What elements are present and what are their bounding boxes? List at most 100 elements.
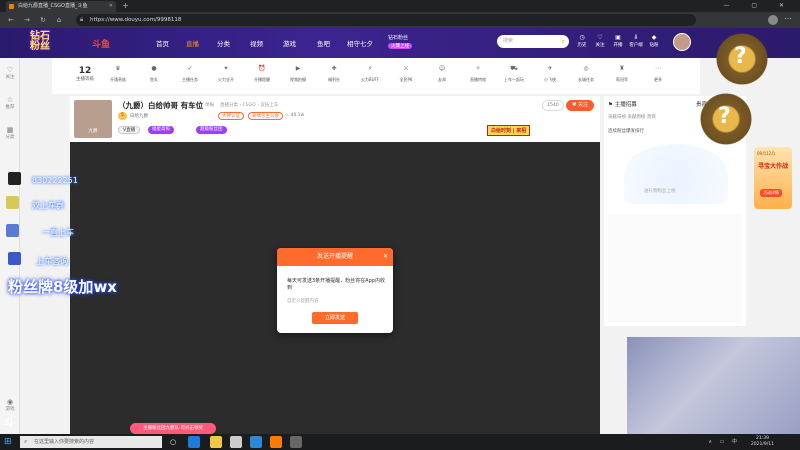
task-view-icon[interactable]: ○ bbox=[170, 436, 182, 448]
toolbar-item[interactable]: ◎ 长城任务 bbox=[574, 64, 598, 83]
taskbar-clock[interactable]: 21:39 2021/9/11 bbox=[751, 436, 774, 448]
nav-games[interactable]: 游戏 bbox=[283, 38, 296, 48]
follow-button[interactable]: ♥ 关注 bbox=[566, 100, 594, 111]
douyu-watermark-icon: 斗 bbox=[4, 416, 15, 429]
address-bar-row: ← → ↻ ⌂ 🔒︎ https://www.douyu.com/9998118… bbox=[0, 12, 800, 28]
fire-icon: ♨︎ bbox=[285, 113, 290, 118]
recruit-banner[interactable]: 白给时刻 | 来招 bbox=[487, 125, 531, 136]
nav-category[interactable]: 分类 bbox=[217, 38, 230, 48]
window-controls[interactable]: — ▢ ✕ bbox=[723, 0, 794, 12]
app-icon[interactable] bbox=[290, 436, 302, 448]
taskbar-search-input[interactable]: ⌕ 在这里输入你要搜索的内容 bbox=[20, 436, 162, 448]
event-title: 寻宝大作战 bbox=[758, 163, 789, 170]
store-icon[interactable] bbox=[230, 436, 242, 448]
client-download-button[interactable]: ⇩ 客户端 bbox=[628, 34, 644, 48]
search-input[interactable]: 搜索 ⌕ bbox=[497, 35, 569, 48]
follow-list-button[interactable]: ♡ 关注 bbox=[592, 34, 608, 48]
nav-yuba[interactable]: 鱼吧 bbox=[317, 38, 330, 48]
history-button[interactable]: ◷ 历史 bbox=[574, 34, 590, 48]
toolbar-label: 鱼丸 bbox=[150, 77, 158, 82]
report-link[interactable]: 举报 bbox=[205, 102, 214, 108]
diamond-fans-button[interactable]: ◆ 钻粉 bbox=[646, 34, 662, 48]
sidebar-item-category[interactable]: ▦ 分类 bbox=[0, 126, 20, 140]
heart-icon: ♡ bbox=[597, 34, 603, 41]
toolbar-item[interactable]: ⚡ 火力BUFF bbox=[358, 64, 382, 83]
toolbar-item[interactable]: ✦ 火力全开 bbox=[214, 64, 238, 83]
flag-icon: ⚑ bbox=[608, 102, 613, 108]
search-icon[interactable]: ⌕ bbox=[562, 35, 565, 48]
promo-title[interactable]: 钻石粉丝 bbox=[388, 34, 408, 41]
browser-menu-icon[interactable]: ⋯ bbox=[784, 14, 792, 23]
sidebar-item-games[interactable]: ◉ 游戏 bbox=[0, 398, 20, 412]
douyu-icon[interactable] bbox=[270, 436, 282, 448]
level-label: 主播等级 bbox=[76, 77, 94, 82]
steam-icon[interactable] bbox=[250, 436, 262, 448]
chat-area[interactable] bbox=[608, 214, 742, 322]
level-value: 12 bbox=[78, 66, 92, 76]
qq-number: 830222251 bbox=[32, 176, 78, 185]
toolbar-item[interactable]: ⋯ 更多 bbox=[646, 64, 670, 83]
toolbar-item[interactable]: ✚ 福利社 bbox=[322, 64, 346, 83]
file-explorer-icon[interactable] bbox=[210, 436, 222, 448]
toolbar-icon: ♛ bbox=[115, 65, 121, 72]
forward-icon[interactable]: → bbox=[22, 15, 32, 25]
fan-notice[interactable]: 主播粉丝团九爵队 可点击领奖 bbox=[130, 423, 216, 434]
tab-recruit[interactable]: ⚑ 主播招募 bbox=[608, 100, 637, 108]
send-now-button[interactable]: 立即发送 bbox=[312, 312, 358, 324]
edge-icon[interactable] bbox=[188, 436, 200, 448]
toolbar-icon: ⛟ bbox=[510, 65, 518, 72]
toolbar-item[interactable]: ♜ 帮冠军 bbox=[610, 64, 634, 83]
event-banner[interactable]: 09月12月 寻宝大作战 活动详情 bbox=[754, 147, 792, 209]
home-icon[interactable]: ⌂ bbox=[54, 15, 64, 25]
start-icon[interactable]: ⊞ bbox=[4, 437, 12, 447]
browser-profile-avatar[interactable] bbox=[768, 15, 778, 25]
dialog-body: 每天可发送3条开播提醒，粉丝将在App内收到 bbox=[287, 278, 385, 291]
mystery-medal-icon[interactable]: ? bbox=[696, 90, 756, 148]
nav-live[interactable]: 直播 bbox=[186, 38, 199, 48]
toolbar-item[interactable]: ⏰ 开播提醒 bbox=[250, 64, 274, 83]
mystery-medal-icon[interactable]: ? bbox=[712, 30, 772, 88]
toolbar-label: 开播提醒 bbox=[254, 77, 270, 82]
v-live-tag[interactable]: V直播 bbox=[118, 126, 141, 134]
streamer-name[interactable]: 白给九爵 bbox=[130, 113, 148, 119]
nav-video[interactable]: 视频 bbox=[250, 38, 263, 48]
toolbar-icon: ♜ bbox=[619, 65, 625, 72]
rank-tabs[interactable]: 贡献日榜 贡献周榜 贵宾 bbox=[608, 114, 656, 120]
tab-title: 白给九爵直播_CSGO直播_斗鱼 bbox=[18, 3, 88, 9]
sidebar-item-recommend[interactable]: ☆ 推荐 bbox=[0, 96, 20, 110]
tab-close-icon[interactable]: ✕ bbox=[109, 1, 113, 12]
sidebar-item-follow[interactable]: ♡ 关注 bbox=[0, 66, 20, 80]
toolbar-item[interactable]: ● 鱼丸 bbox=[142, 64, 166, 83]
browser-tab[interactable]: 白给九爵直播_CSGO直播_斗鱼 ✕ bbox=[6, 1, 116, 12]
nav-home[interactable]: 首页 bbox=[156, 38, 169, 48]
overlay-line1: 双上车群 bbox=[32, 201, 64, 210]
system-tray[interactable]: ∧ ▭ 中 bbox=[708, 438, 740, 445]
toolbar-item[interactable]: ⚔ 全民PK bbox=[394, 64, 418, 83]
streamer-level[interactable]: 12 主播等级 bbox=[76, 66, 94, 82]
fans-count: 1540 bbox=[542, 100, 564, 111]
back-icon[interactable]: ← bbox=[6, 15, 16, 25]
new-tab-button[interactable]: + bbox=[122, 0, 129, 12]
toolbar-icon: ☺ bbox=[438, 65, 446, 72]
history-label: 历史 bbox=[577, 43, 587, 48]
reload-icon[interactable]: ↻ bbox=[38, 15, 48, 25]
user-avatar[interactable] bbox=[673, 33, 691, 51]
toolbar-item[interactable]: ✓ 主播任务 bbox=[178, 64, 202, 83]
nav-qixi[interactable]: 相守七夕 bbox=[347, 38, 373, 48]
event-detail-button[interactable]: 活动详情 bbox=[760, 189, 782, 197]
toolbar-item[interactable]: ▶ 视频拍摄 bbox=[286, 64, 310, 83]
url-input[interactable]: 🔒︎ https://www.douyu.com/9998118 bbox=[76, 14, 696, 26]
category-breadcrumb[interactable]: 直播分类 › CSGO › 竞技上车 bbox=[220, 102, 278, 108]
toolbar-item[interactable]: ☺ 友邦 bbox=[430, 64, 454, 83]
diamond-fans-logo[interactable]: 钻石 粉丝 bbox=[30, 32, 50, 52]
toolbar-item[interactable]: ⛟ 上车一起玩 bbox=[502, 64, 526, 83]
toolbar-item[interactable]: ♛ 开通贵族 bbox=[106, 64, 130, 83]
super-fans-tag[interactable]: 超级粉丝团 bbox=[196, 126, 227, 134]
toolbar-item[interactable]: ✧ 直播特效 bbox=[466, 64, 490, 83]
lucky-tag[interactable]: 福星高照 bbox=[148, 126, 174, 134]
reminder-input[interactable]: 自定义提醒内容 bbox=[287, 298, 385, 304]
start-stream-button[interactable]: ▣ 开播 bbox=[610, 34, 626, 48]
douyu-brand-logo[interactable]: 斗鱼 bbox=[92, 37, 110, 50]
toolbar-item[interactable]: ✈ 小飞侠 bbox=[538, 64, 562, 83]
close-icon[interactable]: ✕ bbox=[383, 248, 388, 266]
